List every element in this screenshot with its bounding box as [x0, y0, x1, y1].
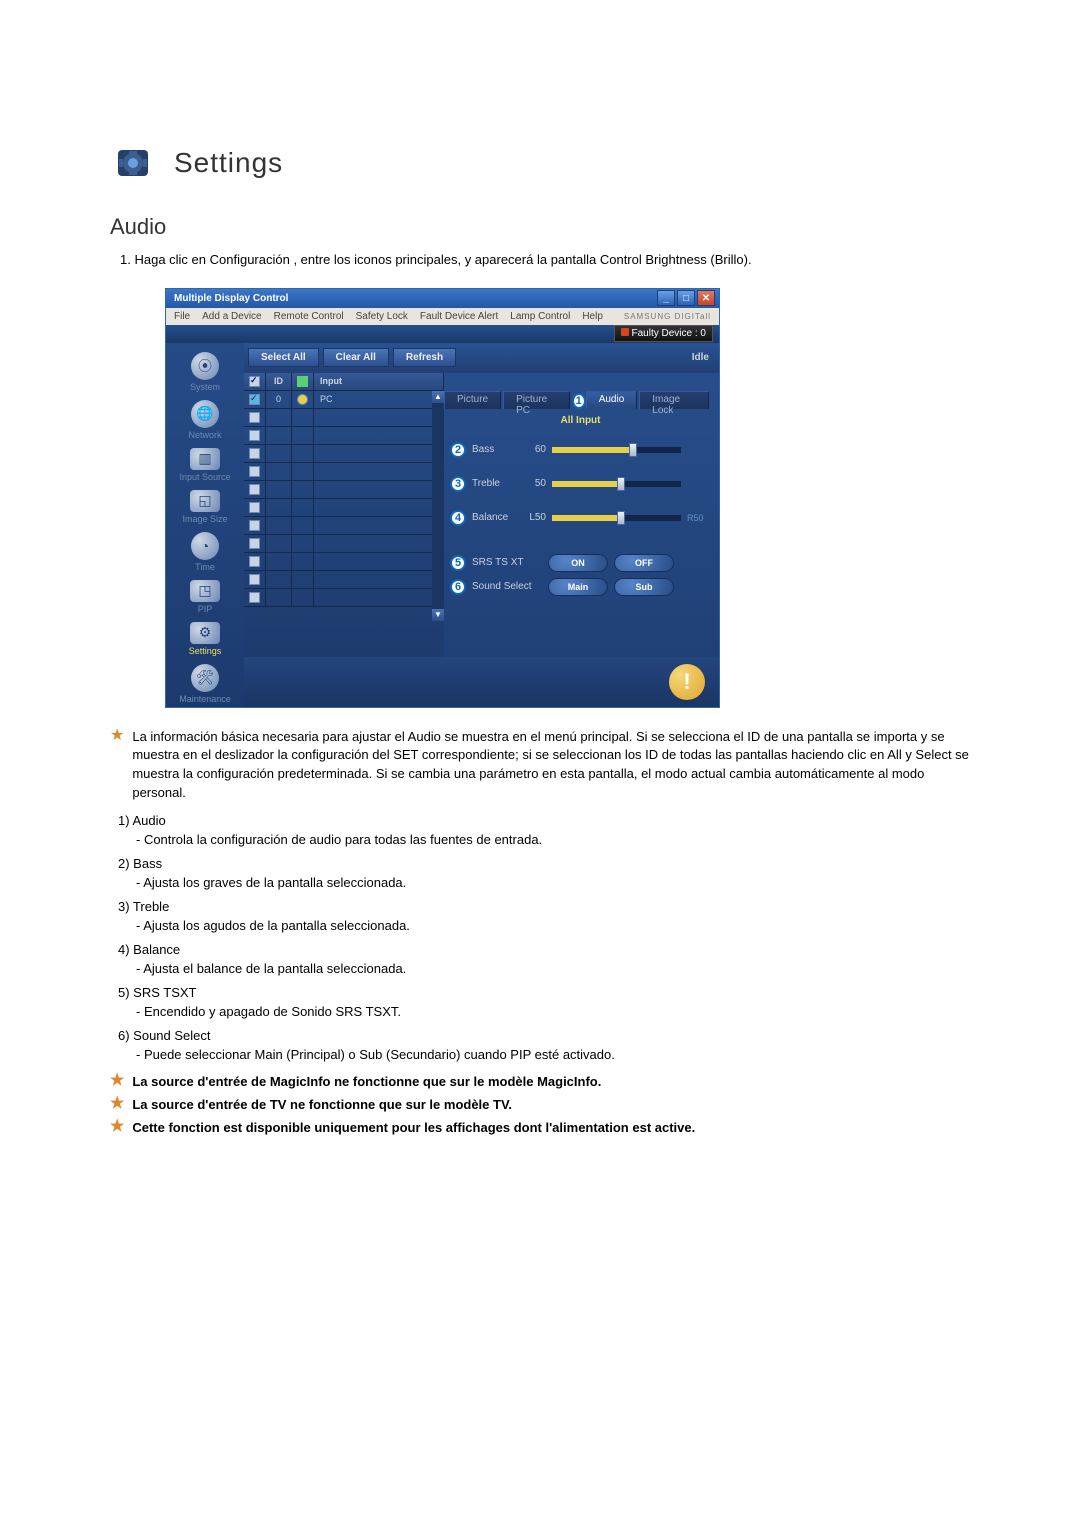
status-row: Faulty Device : 0 [166, 325, 719, 343]
balance-left: L50 [522, 512, 546, 523]
menu-file[interactable]: File [174, 311, 190, 322]
sidebar-item-pip[interactable]: ◳ PIP [170, 577, 240, 617]
treble-slider[interactable] [552, 481, 681, 487]
srs-off-button[interactable]: OFF [614, 554, 674, 572]
sidebar-item-settings[interactable]: ⚙ Settings [170, 619, 240, 659]
srs-label: SRS TS XT [472, 557, 542, 568]
menu-safety-lock[interactable]: Safety Lock [356, 311, 408, 322]
marker-6: 6 [450, 579, 466, 595]
network-icon: 🌐 [191, 400, 219, 428]
sound-select-label: Sound Select [472, 581, 542, 592]
star-icon: ★ [110, 1096, 124, 1115]
settings-icon: ⚙ [190, 622, 220, 644]
scroll-up-icon[interactable]: ▲ [432, 391, 444, 403]
marker-4: 4 [450, 510, 466, 526]
settings-section-icon [110, 140, 156, 186]
maintenance-icon: 🛠 [191, 664, 219, 692]
table-row[interactable]: 0 PC [244, 391, 444, 409]
note-3: ★ La source d'entrée de TV ne fonctionne… [110, 1096, 970, 1115]
tab-audio[interactable]: Audio [586, 391, 638, 409]
menubar: File Add a Device Remote Control Safety … [166, 308, 719, 324]
alert-icon: ! [669, 664, 705, 700]
marker-3: 3 [450, 476, 466, 492]
sound-sub-button[interactable]: Sub [614, 578, 674, 596]
close-button[interactable]: ✕ [697, 290, 715, 306]
titlebar: Multiple Display Control _ □ ✕ [166, 289, 719, 309]
section-title: Audio [110, 214, 970, 240]
sidebar-item-system[interactable]: ⦿ System [170, 349, 240, 395]
srs-on-button[interactable]: ON [548, 554, 608, 572]
sidebar-item-time[interactable]: ◔ Time [170, 529, 240, 575]
minimize-button[interactable]: _ [657, 290, 675, 306]
image-size-icon: ◱ [190, 490, 220, 512]
faulty-device-badge: Faulty Device : 0 [614, 325, 713, 342]
device-table: ID Input 0 PC [244, 373, 444, 657]
brand-label: SAMSUNG DIGITall [624, 312, 711, 321]
select-all-button[interactable]: Select All [248, 348, 319, 367]
warning-dot-icon [621, 328, 629, 336]
scrollbar[interactable]: ▲ ▼ [432, 391, 444, 621]
intro-text: 1. Haga clic en Configuración , entre lo… [120, 250, 970, 270]
note-4: ★ Cette fonction est disponible uniqueme… [110, 1119, 970, 1138]
sidebar-item-maintenance[interactable]: 🛠 Maintenance [170, 661, 240, 707]
maximize-button[interactable]: □ [677, 290, 695, 306]
menu-remote-control[interactable]: Remote Control [274, 311, 344, 322]
sidebar-item-network[interactable]: 🌐 Network [170, 397, 240, 443]
balance-label: Balance [472, 512, 516, 523]
input-source-icon: ▥ [190, 448, 220, 470]
tab-picture[interactable]: Picture [444, 391, 501, 409]
balance-slider[interactable] [552, 515, 681, 521]
tab-image-lock[interactable]: Image Lock [639, 391, 709, 409]
bass-value: 60 [522, 444, 546, 455]
status-idle: Idle [460, 352, 719, 363]
sidebar: ⦿ System 🌐 Network ▥ Input Source ◱ Imag… [166, 343, 244, 707]
page-title: Settings [174, 147, 283, 179]
time-icon: ◔ [191, 532, 219, 560]
system-icon: ⦿ [191, 352, 219, 380]
col-check[interactable] [244, 373, 266, 391]
app-title: Multiple Display Control [174, 293, 655, 304]
clear-all-button[interactable]: Clear All [323, 348, 389, 367]
star-icon: ★ [110, 728, 124, 803]
bottom-bar: ! [244, 657, 719, 707]
treble-label: Treble [472, 478, 516, 489]
description-list: 1) Audio- Controla la configuración de a… [118, 811, 970, 1065]
col-id[interactable]: ID [266, 373, 292, 391]
tab-picture-pc[interactable]: Picture PC [503, 391, 569, 409]
col-input[interactable]: Input [314, 373, 444, 391]
scroll-down-icon[interactable]: ▼ [432, 609, 444, 621]
star-icon: ★ [110, 1073, 124, 1092]
star-icon: ★ [110, 1119, 124, 1138]
menu-add-device[interactable]: Add a Device [202, 311, 261, 322]
bass-slider[interactable] [552, 447, 681, 453]
note-1: ★ La información básica necesaria para a… [110, 728, 970, 803]
menu-help[interactable]: Help [582, 311, 603, 322]
menu-lamp-control[interactable]: Lamp Control [510, 311, 570, 322]
all-input-label: All Input [450, 415, 711, 426]
pip-icon: ◳ [190, 580, 220, 602]
marker-2: 2 [450, 442, 466, 458]
col-status[interactable] [292, 373, 314, 391]
note-2: ★ La source d'entrée de MagicInfo ne fon… [110, 1073, 970, 1092]
balance-right: R50 [687, 513, 711, 523]
marker-1: 1 [572, 393, 586, 409]
refresh-button[interactable]: Refresh [393, 348, 456, 367]
menu-fault-device-alert[interactable]: Fault Device Alert [420, 311, 498, 322]
sidebar-item-input-source[interactable]: ▥ Input Source [170, 445, 240, 485]
bass-label: Bass [472, 444, 516, 455]
sound-main-button[interactable]: Main [548, 578, 608, 596]
marker-5: 5 [450, 555, 466, 571]
app-window: Multiple Display Control _ □ ✕ File Add … [165, 288, 720, 708]
treble-value: 50 [522, 478, 546, 489]
sidebar-item-image-size[interactable]: ◱ Image Size [170, 487, 240, 527]
